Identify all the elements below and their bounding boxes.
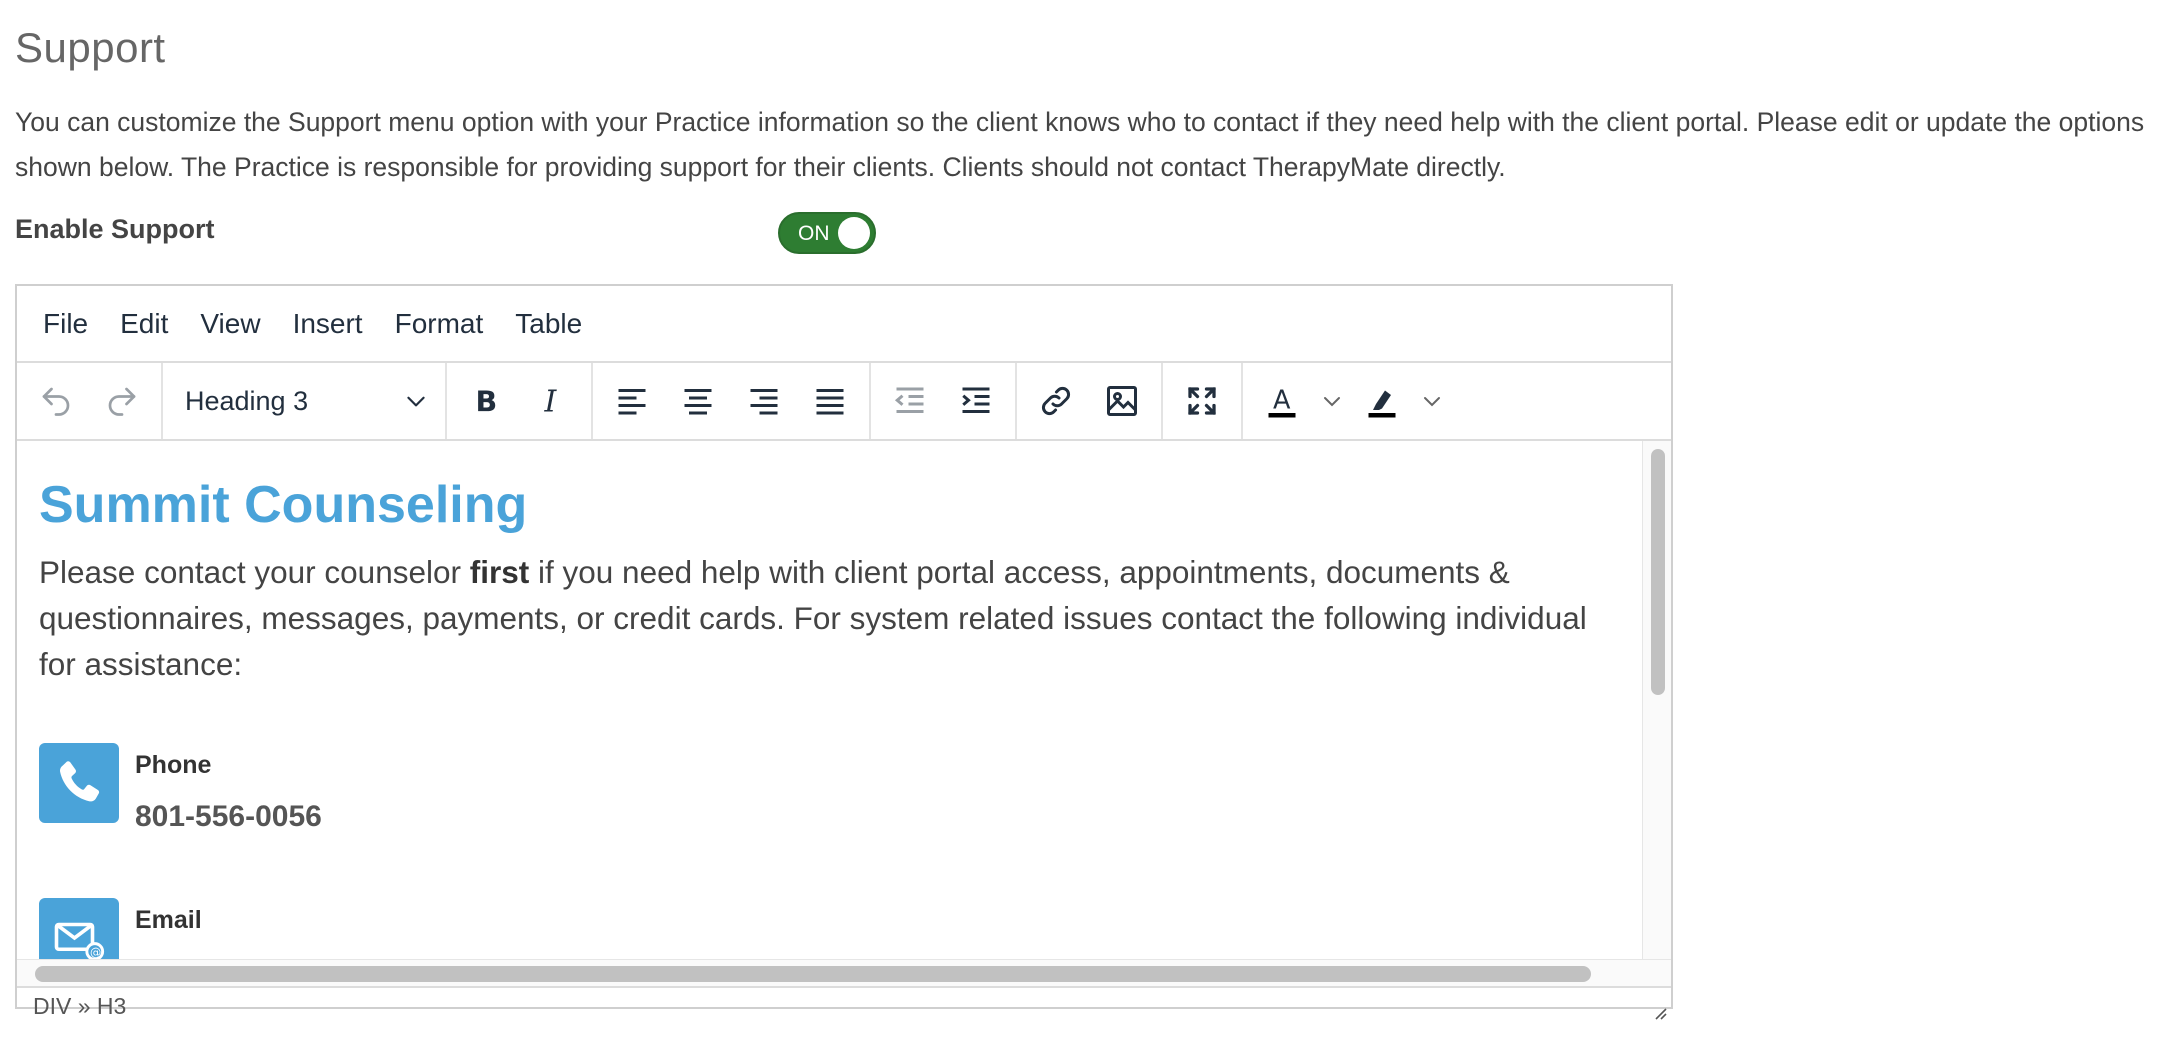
bold-button[interactable]: B [453,370,519,432]
phone-label: Phone [135,751,212,779]
page-title: Support [15,24,166,71]
toggle-knob [838,217,870,249]
vertical-scrollbar[interactable] [1642,441,1671,959]
content-heading: Summit Counseling [39,476,528,534]
block-format-group: Heading 3 [163,363,447,439]
align-center-icon [684,389,712,415]
page-description: You can customize the Support menu optio… [15,107,2145,182]
para-bold-text: first [469,554,530,590]
align-justify-icon [816,389,844,415]
email-icon-tile: @ [39,898,119,959]
fullscreen-icon [1188,387,1216,415]
svg-text:@: @ [90,946,101,959]
editor-document: Summit Counseling Please contact your co… [39,475,1619,959]
phone-icon [60,761,100,802]
menu-table[interactable]: Table [499,302,598,346]
menu-view[interactable]: View [184,302,276,346]
para-text-start: Please contact your counselor [39,554,470,590]
phone-text: Phone 801-556-0056 [135,743,322,834]
undo-icon [42,387,70,416]
editor-menubar: File Edit View Insert Format Table [17,286,1671,363]
editor-toolbar: Heading 3 B I A [17,363,1671,441]
bold-icon: B [476,386,498,419]
resize-handle-icon[interactable] [1649,1002,1667,1020]
svg-text:A: A [1273,386,1291,416]
insert-group [1017,363,1163,439]
link-icon [1042,387,1070,415]
menu-format[interactable]: Format [379,302,500,346]
editor-content-area[interactable]: Summit Counseling Please contact your co… [17,441,1671,959]
outdent-button[interactable] [877,370,943,432]
indent-button[interactable] [943,370,1009,432]
phone-icon-tile [39,743,119,823]
email-icon: @ [54,922,105,959]
chevron-down-icon [1424,397,1440,407]
text-style-group: B I [447,363,593,439]
text-color-dropdown[interactable] [1315,370,1349,432]
link-button[interactable] [1023,370,1089,432]
image-icon [1107,386,1137,416]
align-center-button[interactable] [665,370,731,432]
horizontal-scrollbar[interactable] [17,959,1671,986]
alignment-group [593,363,871,439]
text-color-button[interactable]: A [1249,370,1315,432]
block-format-value: Heading 3 [185,385,309,416]
toggle-state-label: ON [798,222,830,245]
menu-file[interactable]: File [27,302,104,346]
outdent-icon [894,387,924,413]
content-paragraph: Please contact your counselor first if y… [39,549,1619,687]
horizontal-scroll-thumb[interactable] [35,966,1591,982]
text-color-icon: A [1268,386,1296,418]
redo-button[interactable] [89,370,155,432]
chevron-down-icon [1324,397,1340,407]
highlighter-icon [1368,390,1396,418]
italic-button[interactable]: I [519,370,585,432]
rich-text-editor: File Edit View Insert Format Table Headi… [15,284,1673,1020]
email-label: Email [135,906,202,934]
align-right-button[interactable] [731,370,797,432]
highlight-color-dropdown[interactable] [1415,370,1449,432]
align-left-icon [618,389,646,415]
email-text: Email [135,898,202,935]
color-group: A [1243,363,1455,439]
enable-support-toggle[interactable]: ON [778,212,876,254]
enable-support-label: Enable Support [15,214,215,244]
editor-statusbar: DIV » H3 [17,986,1671,1024]
contact-email: @ Email [39,898,1619,959]
vertical-scroll-thumb[interactable] [1651,449,1665,695]
phone-value: 801-556-0056 [135,800,322,833]
svg-text:I: I [544,385,558,420]
highlight-color-button[interactable] [1349,370,1415,432]
view-group [1163,363,1243,439]
block-format-select[interactable]: Heading 3 [169,370,439,432]
contact-phone: Phone 801-556-0056 [39,743,1619,834]
align-left-button[interactable] [599,370,665,432]
redo-icon [108,387,136,416]
align-justify-button[interactable] [797,370,863,432]
image-button[interactable] [1089,370,1155,432]
menu-edit[interactable]: Edit [104,302,184,346]
chevron-down-icon [407,396,425,407]
menu-insert[interactable]: Insert [277,302,379,346]
indent-group [871,363,1017,439]
history-group [17,363,163,439]
fullscreen-button[interactable] [1169,370,1235,432]
element-path[interactable]: DIV » H3 [33,993,126,1020]
svg-text:B: B [476,386,498,419]
undo-button[interactable] [23,370,89,432]
align-right-icon [750,389,778,415]
indent-icon [962,387,990,413]
italic-icon: I [544,385,558,420]
